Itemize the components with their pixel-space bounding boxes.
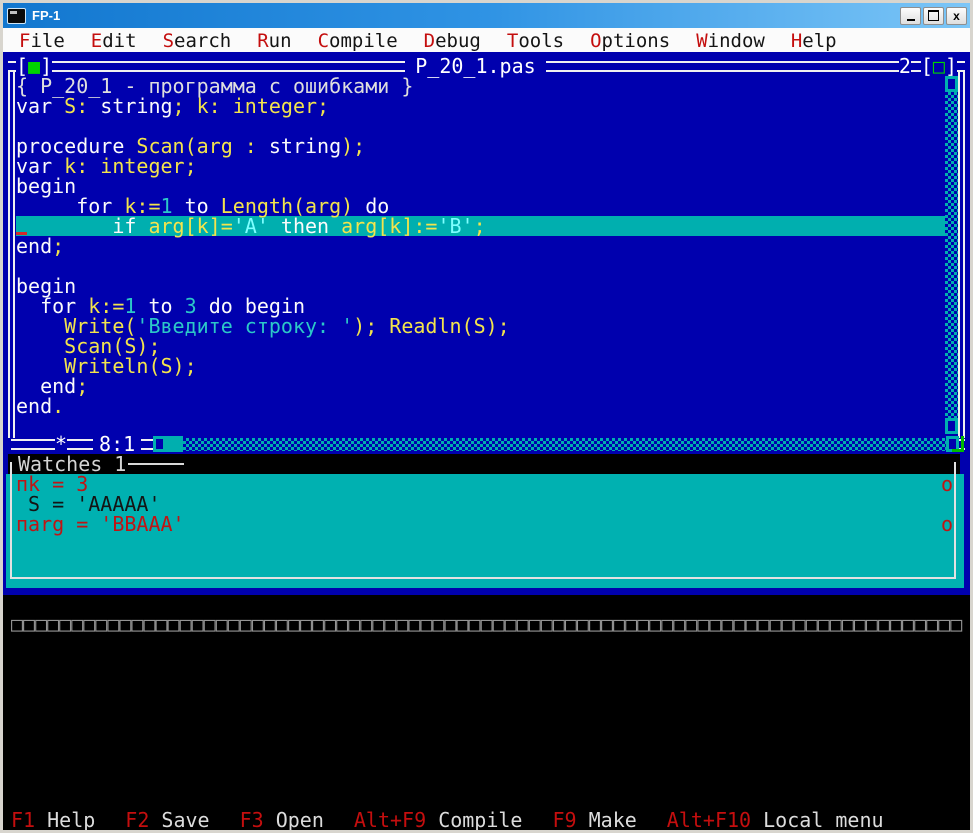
watch-row[interactable]: S = 'AAAAA' bbox=[16, 494, 956, 514]
code-line-highlighted[interactable]: if arg[k]='A' then arg[k]:='B'; bbox=[16, 216, 948, 236]
code-line[interactable]: Scan(S); bbox=[16, 336, 948, 356]
code-line[interactable]: begin bbox=[16, 276, 948, 296]
status-save[interactable]: F2 Save bbox=[125, 810, 209, 830]
code-line[interactable]: procedure Scan(arg : string); bbox=[16, 136, 948, 156]
window-titlebar[interactable]: FP-1 x bbox=[3, 3, 970, 28]
modified-indicator: * bbox=[55, 434, 67, 454]
menu-item-window[interactable]: Window bbox=[696, 30, 765, 52]
watches-list: пk = 3o S = 'AAAAA'пarg = 'BBAAA' o bbox=[16, 474, 956, 534]
menu-item-compile[interactable]: Compile bbox=[318, 30, 398, 52]
code-line[interactable]: for k:=1 to Length(arg) do bbox=[16, 196, 948, 216]
status-bar: F1 Help F2 Save F3 Open Alt+F9 Compile F9 Ma… bbox=[11, 810, 884, 830]
code-line[interactable]: var S: string; k: integer; bbox=[16, 96, 948, 116]
code-line[interactable] bbox=[16, 116, 948, 136]
code-line[interactable]: Writeln(S); bbox=[16, 356, 948, 376]
menu-bar: File Edit Search Run Compile Debug Tools Option… bbox=[3, 28, 970, 53]
code-line[interactable]: begin bbox=[16, 176, 948, 196]
code-line[interactable]: end; bbox=[16, 236, 948, 256]
status-open[interactable]: F3 Open bbox=[240, 810, 324, 830]
vertical-scroll-track[interactable] bbox=[945, 92, 958, 418]
app-window: FP-1 x File Edit Search Run Compile Debug Tool… bbox=[0, 0, 973, 833]
minimize-icon bbox=[907, 19, 915, 21]
close-box-icon: ■ bbox=[28, 54, 40, 78]
editor-close-box[interactable]: [■] bbox=[16, 56, 52, 76]
cursor-position: 8:1 bbox=[93, 434, 141, 454]
scroll-left-icon[interactable] bbox=[153, 436, 166, 452]
watch-row[interactable]: пk = 3o bbox=[16, 474, 956, 494]
status-local-menu[interactable]: Alt+F10 Local menu bbox=[667, 810, 884, 830]
code-line[interactable]: for k:=1 to 3 do begin bbox=[16, 296, 948, 316]
editor-frame-left bbox=[8, 70, 15, 438]
watch-marker: o bbox=[941, 514, 953, 534]
horizontal-scroll-track[interactable] bbox=[183, 438, 946, 451]
horizontal-scroll-thumb[interactable] bbox=[166, 436, 183, 452]
code-area[interactable]: { P_20_1 - программа с ошибками }var S: … bbox=[16, 76, 948, 436]
code-line[interactable]: { P_20_1 - программа с ошибками } bbox=[16, 76, 948, 96]
editor-window: [■] P_20_1.pas 2 [□] { P_20_1 - программ… bbox=[6, 56, 967, 454]
code-line[interactable]: Write('Введите строку: '); Readln(S); bbox=[16, 316, 948, 336]
status-compile[interactable]: Alt+F9 Compile bbox=[354, 810, 523, 830]
menu-item-tools[interactable]: Tools bbox=[507, 30, 564, 52]
scroll-down-icon[interactable] bbox=[945, 418, 958, 434]
code-line[interactable]: end. bbox=[16, 396, 948, 416]
code-line[interactable]: end; bbox=[16, 376, 948, 396]
code-line[interactable]: var k: integer; bbox=[16, 156, 948, 176]
window-title: FP-1 bbox=[32, 8, 900, 23]
menu-item-search[interactable]: Search bbox=[163, 30, 232, 52]
editor-filename: P_20_1.pas bbox=[405, 56, 545, 76]
menu-item-run[interactable]: Run bbox=[257, 30, 291, 52]
editor-frame-right bbox=[958, 70, 965, 438]
maximize-button[interactable] bbox=[923, 7, 944, 25]
console-glyph-row: □□□□□□□□□□□□□□□□□□□□□□□□□□□□□□□□□□□□□□□□… bbox=[11, 614, 962, 634]
scroll-up-icon[interactable] bbox=[945, 76, 958, 92]
status-help[interactable]: F1 Help bbox=[11, 810, 95, 830]
watch-marker: o bbox=[941, 474, 953, 494]
menu-item-edit[interactable]: Edit bbox=[91, 30, 137, 52]
menu-item-debug[interactable]: Debug bbox=[424, 30, 481, 52]
menu-item-help[interactable]: Help bbox=[791, 30, 837, 52]
maximize-icon bbox=[928, 10, 939, 21]
resize-corner[interactable] bbox=[952, 436, 964, 452]
zoom-box-icon: □ bbox=[933, 54, 945, 78]
editor-zoom-box[interactable]: [□] bbox=[921, 56, 957, 76]
minimize-button[interactable] bbox=[900, 7, 921, 25]
text-cursor bbox=[16, 232, 27, 235]
editor-window-number: 2 bbox=[899, 56, 911, 76]
editor-title-row: [■] P_20_1.pas 2 [□] bbox=[8, 56, 965, 76]
vertical-scrollbar[interactable] bbox=[945, 76, 958, 434]
menu-item-options[interactable]: Options bbox=[590, 30, 670, 52]
console-app-icon bbox=[7, 8, 26, 24]
editor-bottom-row: * 8:1 bbox=[8, 434, 965, 454]
code-line[interactable] bbox=[16, 256, 948, 276]
watch-expression: пarg = 'BBAAA' bbox=[16, 512, 185, 536]
status-make[interactable]: F9 Make bbox=[552, 810, 636, 830]
close-button[interactable]: x bbox=[946, 7, 967, 25]
code-line[interactable] bbox=[16, 416, 948, 436]
watch-row[interactable]: пarg = 'BBAAA' o bbox=[16, 514, 956, 534]
menu-item-file[interactable]: File bbox=[19, 30, 65, 52]
